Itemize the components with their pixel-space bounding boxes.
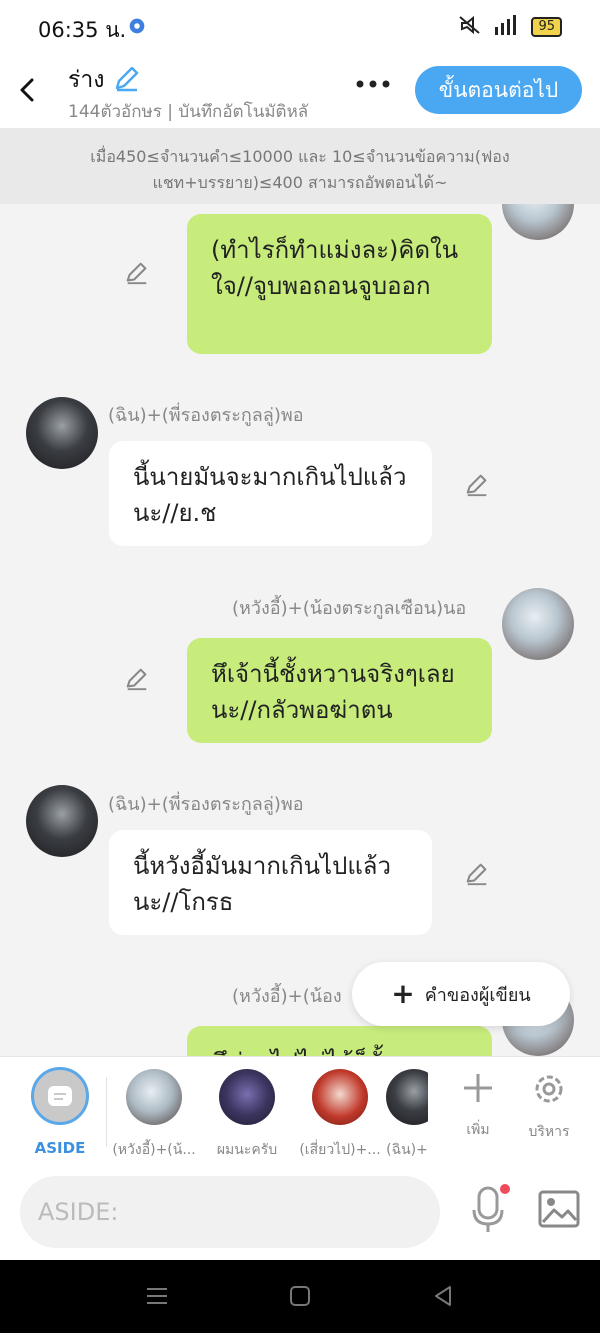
message-bubble[interactable]: นี้นายมันจะมากเกินไปแล้วนะ//ย.ช <box>109 441 432 546</box>
back-button[interactable] <box>14 72 42 108</box>
draft-subtitle: 144ตัวอักษร | บันทึกอัตโนมัติหลั <box>68 102 309 122</box>
publish-requirement-notice: เมื่อ450≤จำนวนคำ≤10000 และ 10≤จำนวนข้อคว… <box>0 128 600 204</box>
edit-message-icon[interactable] <box>464 861 490 887</box>
menu-nav-icon[interactable] <box>146 1285 168 1311</box>
draft-title: ร่าง <box>68 67 105 93</box>
aside-character-button[interactable]: ASIDE <box>28 1067 92 1157</box>
system-navigation-bar <box>0 1260 600 1333</box>
edit-message-icon[interactable] <box>464 472 490 498</box>
character-label: (หวังอี้)+(น้... <box>112 1142 196 1158</box>
chat-area[interactable]: (ทำไรก็ทำแม่งละ)คิดในใจ//จูบพอถอนจูบออก … <box>0 204 600 1056</box>
status-icons: 95 <box>457 14 562 40</box>
message-input-bar <box>0 1164 600 1260</box>
home-nav-icon[interactable] <box>289 1285 311 1311</box>
back-nav-icon[interactable] <box>432 1284 454 1312</box>
manage-label: บริหาร <box>528 1124 570 1140</box>
recording-dot-icon <box>500 1184 510 1194</box>
avatar[interactable] <box>502 204 574 240</box>
divider <box>106 1077 107 1147</box>
character-item[interactable]: ผมนะครับ <box>202 1069 292 1161</box>
signal-icon <box>493 15 521 39</box>
avatar[interactable] <box>26 397 98 469</box>
aside-icon <box>31 1067 89 1125</box>
edit-message-icon[interactable] <box>124 260 150 286</box>
edit-title-icon[interactable] <box>113 64 141 96</box>
insert-image-button[interactable] <box>538 1190 580 1232</box>
avatar[interactable] <box>26 785 98 857</box>
add-icon <box>464 1074 492 1102</box>
microphone-button[interactable] <box>470 1186 506 1238</box>
character-label: (ฉิน)+ <box>386 1142 428 1158</box>
character-selector-bar: ASIDE (หวังอี้)+(น้... ผมนะครับ (เสี่ยวไ… <box>0 1056 600 1164</box>
message-bubble[interactable]: (ทำไรก็ทำแม่งละ)คิดในใจ//จูบพอถอนจูบออก <box>187 214 492 354</box>
manage-characters-button[interactable]: บริหาร <box>519 1071 579 1143</box>
character-avatar <box>386 1069 428 1125</box>
message-bubble[interactable]: นี้หวังอี้มันมากเกินไปแล้วนะ//โกรธ <box>109 830 432 935</box>
avatar[interactable] <box>502 588 574 660</box>
character-name: (หวังอี้)+(น้อง <box>232 986 342 1007</box>
character-avatar <box>219 1069 275 1125</box>
character-item[interactable]: (หวังอี้)+(น้... <box>109 1069 199 1161</box>
character-avatar <box>126 1069 182 1125</box>
editor-header: ร่าง 144ตัวอักษร | บันทึกอัตโนมัติหลั ขั… <box>0 52 600 128</box>
add-character-button[interactable]: เพิ่ม <box>448 1071 508 1141</box>
aside-label: ASIDE <box>34 1139 86 1157</box>
message-bubble[interactable]: หึเจ้านี้ชั้งหวานจริงๆเลยนะ//กลัวพอฆ่าตน <box>187 638 492 743</box>
message-input[interactable] <box>20 1176 440 1248</box>
battery-icon: 95 <box>531 17 562 37</box>
settings-gear-icon <box>126 15 148 41</box>
status-bar: 06:35 น. 95 <box>0 0 600 52</box>
character-name: (ฉิน)+(พี่รองตระกูลลู่)พอ <box>108 794 304 815</box>
author-note-label: คำของผู้เขียน <box>424 984 531 1006</box>
image-icon <box>538 1190 580 1228</box>
character-label: (เสี่ยวไป)+... <box>299 1142 381 1158</box>
message-bubble[interactable]: หึช่วยไปไม่ได้ก็ยั้ <box>187 1026 492 1056</box>
character-name: (ฉิน)+(พี่รองตระกูลลู่)พอ <box>108 405 304 426</box>
microphone-icon <box>472 1186 504 1232</box>
author-note-button[interactable]: + คำของผู้เขียน <box>352 962 570 1026</box>
character-item[interactable]: (เสี่ยวไป)+... <box>295 1069 385 1161</box>
gear-icon <box>535 1075 563 1103</box>
plus-icon: + <box>391 977 415 1010</box>
next-step-button[interactable]: ขั้นตอนต่อไป <box>415 66 582 114</box>
character-name: (หวังอี้)+(น้องตระกูลเซือน)นอ <box>232 598 467 619</box>
edit-message-icon[interactable] <box>124 666 150 692</box>
mute-icon <box>457 14 483 40</box>
more-options-button[interactable] <box>354 76 394 95</box>
status-time: 06:35 น. <box>38 18 127 42</box>
character-label: ผมนะครับ <box>216 1142 278 1158</box>
character-item[interactable]: (ฉิน)+ <box>386 1069 428 1161</box>
add-label: เพิ่ม <box>466 1122 490 1138</box>
character-avatar <box>312 1069 368 1125</box>
